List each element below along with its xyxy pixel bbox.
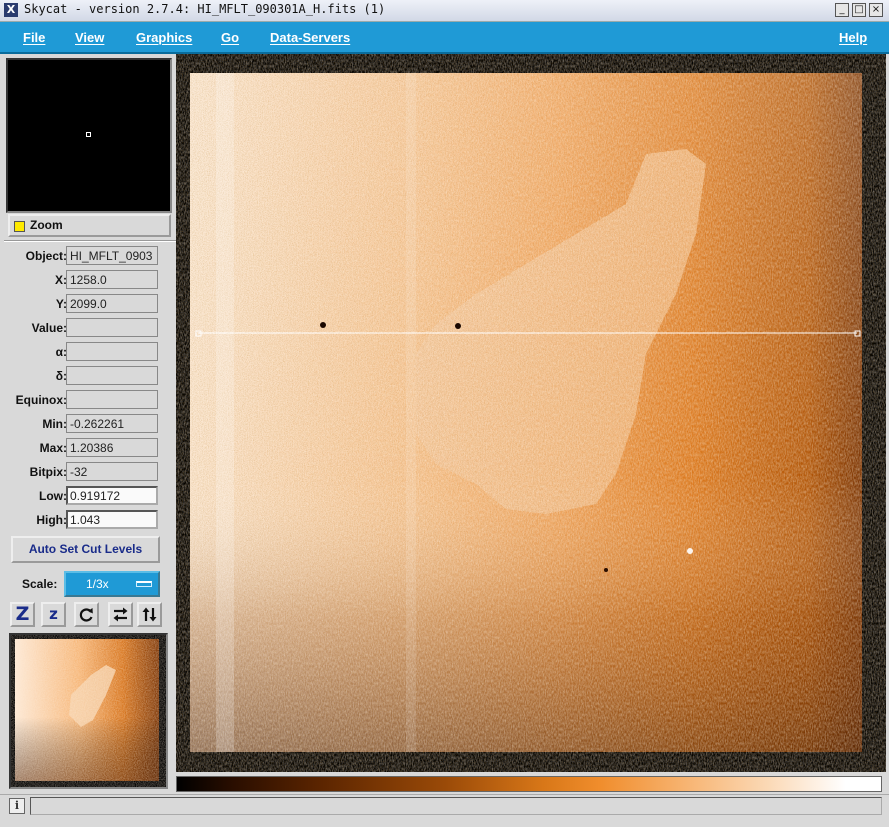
bitpix-row: Bitpix: -32 [8, 462, 160, 482]
high-input[interactable]: 1.043 [66, 510, 158, 529]
rotate-button[interactable] [74, 602, 99, 627]
fits-image [176, 54, 886, 772]
bitpix-field[interactable]: -32 [66, 462, 158, 481]
image-thumbnail[interactable] [9, 633, 168, 789]
title-bar: X Skycat - version 2.7.4: HI_MFLT_090301… [0, 0, 889, 22]
menu-file[interactable]: File [23, 30, 45, 45]
high-label: High: [36, 513, 67, 527]
image-data [190, 73, 862, 752]
equinox-label: Equinox: [15, 393, 67, 407]
y-row: Y: 2099.0 [8, 294, 160, 314]
zoom-toggle[interactable]: Zoom [8, 214, 171, 237]
status-bar: i [0, 794, 889, 827]
pan-marker[interactable] [86, 132, 91, 137]
alpha-field[interactable] [66, 342, 158, 361]
info-icon: i [9, 798, 25, 814]
low-row: Low: 0.919172 [8, 486, 160, 506]
equinox-row: Equinox: [8, 390, 160, 410]
flip-x-button[interactable] [108, 602, 133, 627]
image-canvas[interactable] [176, 54, 886, 772]
x-field[interactable]: 1258.0 [66, 270, 158, 289]
value-label: Value: [31, 321, 67, 335]
zoom-out-icon: z [49, 605, 58, 623]
menu-help[interactable]: Help [839, 30, 867, 45]
menu-view[interactable]: View [75, 30, 104, 45]
option-menu-indicator-icon [136, 581, 152, 587]
flip-x-icon [113, 607, 128, 622]
value-row: Value: [8, 318, 160, 338]
object-label: Object: [25, 249, 67, 263]
alpha-row: α: [8, 342, 160, 362]
scale-label: Scale: [22, 577, 58, 591]
close-button[interactable]: × [869, 3, 883, 17]
equinox-field[interactable] [66, 390, 158, 409]
x-window-icon[interactable]: X [4, 3, 18, 17]
high-row: High: 1.043 [8, 510, 160, 530]
rotate-icon [79, 608, 93, 622]
zoom-in-button[interactable]: Z [10, 602, 35, 627]
value-field[interactable] [66, 318, 158, 337]
menu-data-servers[interactable]: Data-Servers [270, 30, 350, 45]
flip-y-button[interactable] [137, 602, 162, 627]
low-input[interactable]: 0.919172 [66, 486, 158, 505]
min-field[interactable]: -0.262261 [66, 414, 158, 433]
maximize-button[interactable]: □ [852, 3, 866, 17]
minimize-button[interactable]: _ [835, 3, 849, 17]
max-field[interactable]: 1.20386 [66, 438, 158, 457]
window-title: Skycat - version 2.7.4: HI_MFLT_090301A_… [24, 2, 386, 16]
min-label: Min: [42, 417, 67, 431]
divider [4, 240, 176, 242]
colorbar[interactable] [176, 776, 882, 792]
status-message [30, 797, 882, 815]
menu-go[interactable]: Go [221, 30, 239, 45]
thumbnail-image [11, 635, 166, 787]
scale-select[interactable]: 1/3x [64, 571, 160, 597]
max-label: Max: [39, 441, 67, 455]
pan-window[interactable] [6, 58, 172, 213]
max-row: Max: 1.20386 [8, 438, 160, 458]
menu-graphics[interactable]: Graphics [136, 30, 192, 45]
low-label: Low: [39, 489, 67, 503]
zoom-checkbox-icon[interactable] [14, 221, 25, 232]
object-field[interactable]: HI_MFLT_0903 [66, 246, 158, 265]
scale-value: 1/3x [86, 577, 109, 591]
y-field[interactable]: 2099.0 [66, 294, 158, 313]
x-row: X: 1258.0 [8, 270, 160, 290]
bitpix-label: Bitpix: [29, 465, 67, 479]
flip-y-icon [142, 607, 157, 622]
min-row: Min: -0.262261 [8, 414, 160, 434]
object-row: Object: HI_MFLT_0903 [8, 246, 160, 266]
delta-row: δ: [8, 366, 160, 386]
delta-field[interactable] [66, 366, 158, 385]
zoom-in-icon: Z [15, 603, 30, 625]
zoom-out-button[interactable]: z [41, 602, 66, 627]
menu-bar: File View Graphics Go Data-Servers Help [0, 22, 889, 54]
zoom-label: Zoom [30, 218, 63, 232]
auto-set-cut-levels-button[interactable]: Auto Set Cut Levels [11, 536, 160, 563]
